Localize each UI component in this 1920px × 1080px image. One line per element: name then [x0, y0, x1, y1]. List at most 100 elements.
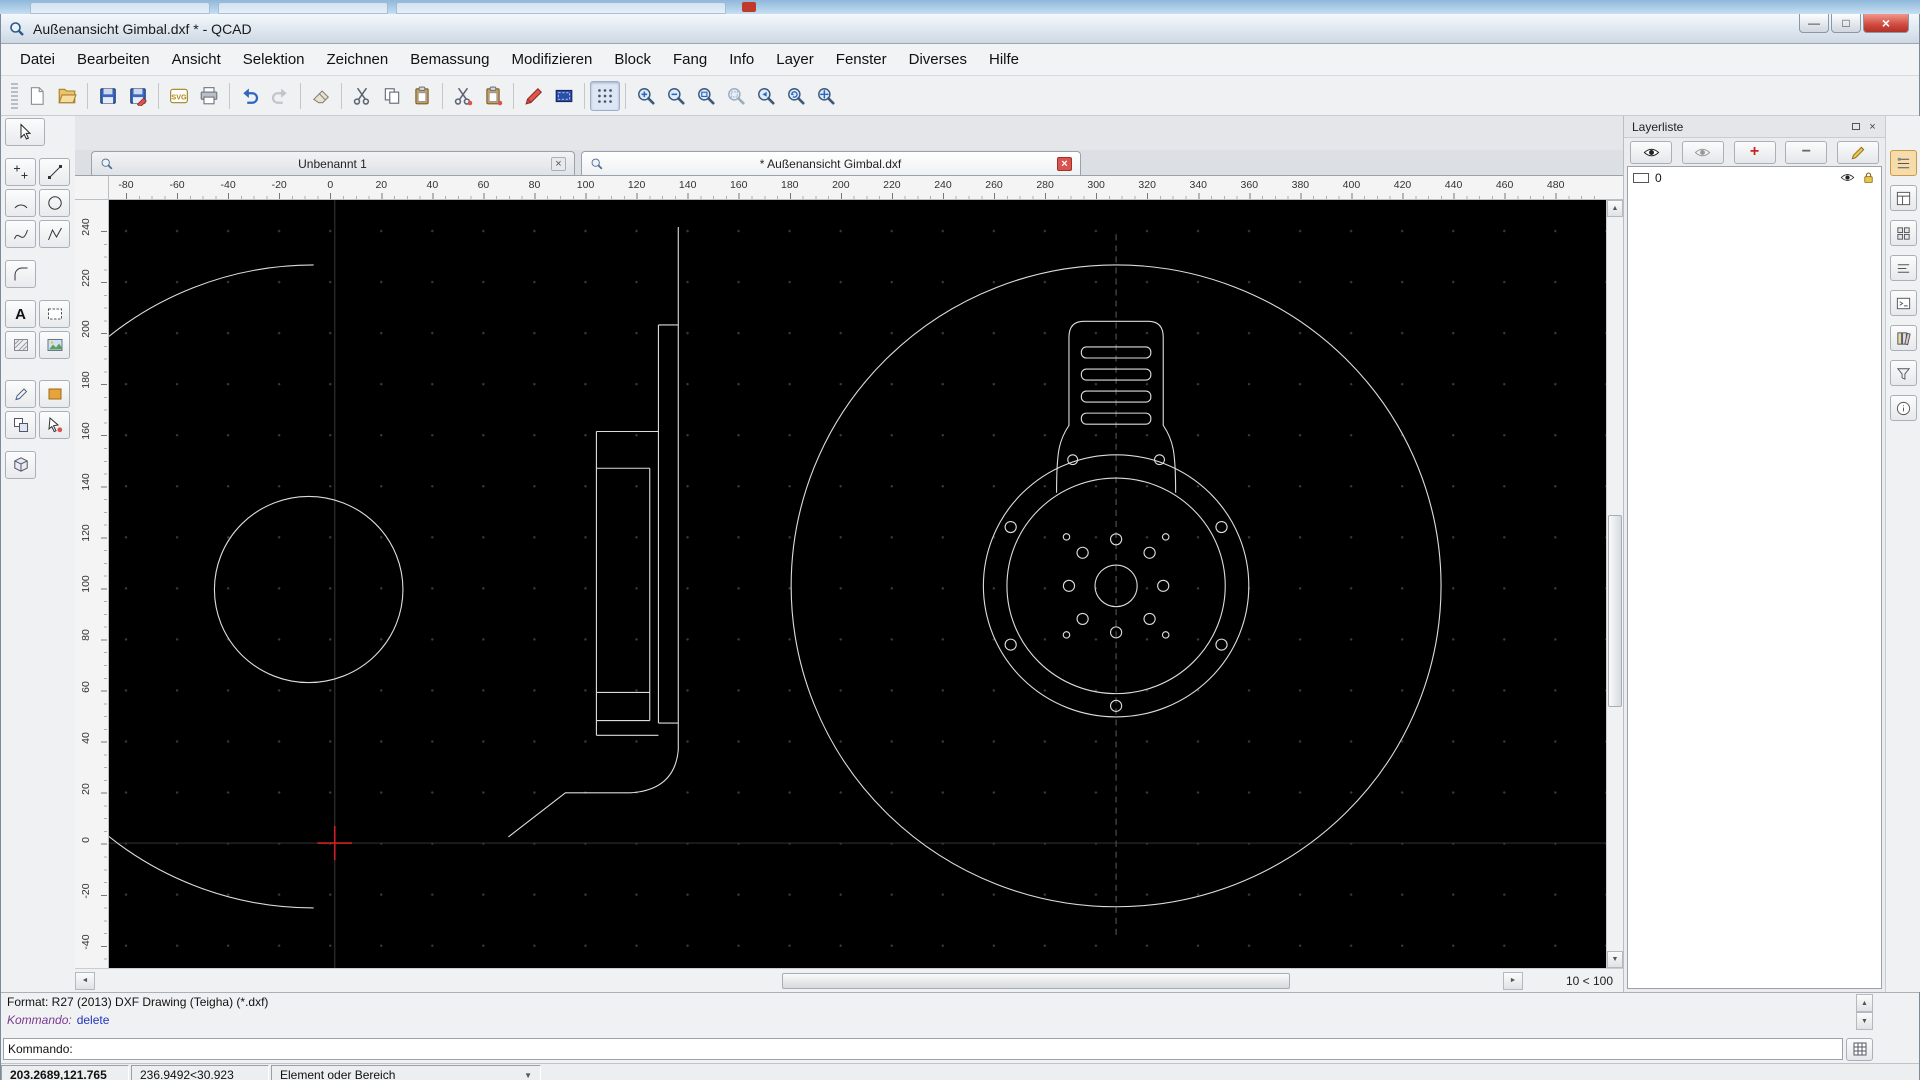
svg-export-button[interactable]: SVG [164, 81, 194, 111]
menu-block[interactable]: Block [603, 47, 662, 72]
toolbar-grip[interactable] [11, 82, 18, 109]
image-tool-button[interactable] [39, 331, 70, 359]
property-editor-button[interactable] [1890, 185, 1917, 211]
tab-unbenannt-1[interactable]: Unbenannt 1 × [91, 151, 575, 175]
scroll-right-icon[interactable]: ► [1503, 971, 1523, 990]
vertical-scroll-track[interactable] [1607, 217, 1623, 951]
isometric-tool-button[interactable] [5, 451, 36, 479]
history-scroll-down-icon[interactable]: ▼ [1856, 1012, 1873, 1030]
menu-ansicht[interactable]: Ansicht [161, 47, 232, 72]
menu-selektion[interactable]: Selektion [232, 47, 316, 72]
vertical-scroll-thumb[interactable] [1608, 515, 1622, 707]
history-scroll-up-icon[interactable]: ▲ [1856, 994, 1873, 1012]
remove-layer-button[interactable]: − [1785, 140, 1828, 164]
bottom-status-bar: 203.2689,121.765 236.9492<30.923 Element… [1, 1063, 1919, 1080]
point-tool-button[interactable] [5, 158, 36, 186]
transform-tool-button[interactable] [5, 411, 36, 439]
edit-layer-button[interactable] [1837, 140, 1879, 164]
undo-button[interactable] [235, 81, 265, 111]
zoom-pan-button[interactable] [811, 81, 841, 111]
library-browser-button[interactable] [1890, 325, 1917, 351]
redo-button[interactable] [265, 81, 295, 111]
layer-visibility-icon[interactable] [1840, 170, 1855, 185]
tab-close-icon[interactable]: × [551, 156, 566, 171]
pen-tool-button[interactable] [5, 380, 36, 408]
view-list-button[interactable] [1890, 255, 1917, 281]
zoom-previous-button[interactable] [751, 81, 781, 111]
menu-diverses[interactable]: Diverses [898, 47, 978, 72]
show-all-layers-button[interactable] [1630, 140, 1672, 164]
file-open-button[interactable] [52, 81, 82, 111]
line-tool-button[interactable] [39, 158, 70, 186]
command-input[interactable] [76, 1040, 1842, 1058]
file-save-button[interactable] [93, 81, 123, 111]
zoom-auto-button[interactable] [691, 81, 721, 111]
cut-with-reference-button[interactable] [448, 81, 478, 111]
paste-button[interactable] [407, 81, 437, 111]
arc-tool-button[interactable] [5, 189, 36, 217]
select-tool-button[interactable] [5, 118, 45, 146]
scroll-down-icon[interactable]: ▼ [1607, 951, 1623, 968]
attribute-painter-button[interactable] [519, 81, 549, 111]
selection-mode-button[interactable] [549, 81, 579, 111]
drawing-canvas[interactable] [109, 200, 1606, 968]
delete-button[interactable] [306, 81, 336, 111]
spline-tool-button[interactable] [5, 220, 36, 248]
menu-hilfe[interactable]: Hilfe [978, 47, 1030, 72]
fillet-tool-button[interactable] [5, 260, 36, 288]
close-panel-button[interactable]: × [1864, 119, 1881, 135]
copy-button[interactable] [377, 81, 407, 111]
menu-bearbeiten[interactable]: Bearbeiten [66, 47, 161, 72]
file-save-as-button[interactable] [123, 81, 153, 111]
layer-panel-header[interactable]: Layerliste × [1624, 116, 1885, 138]
menu-layer[interactable]: Layer [765, 47, 825, 72]
snap-tool-button[interactable] [39, 411, 70, 439]
circle-tool-button[interactable] [39, 189, 70, 217]
red-pencil-icon [525, 87, 543, 105]
minimize-button[interactable]: — [1799, 14, 1829, 33]
layer-row[interactable]: 0 [1628, 167, 1881, 188]
hide-all-layers-button[interactable] [1681, 140, 1724, 164]
info-panel-button[interactable] [1890, 395, 1917, 421]
tab-aussenansicht-gimbal[interactable]: * Außenansicht Gimbal.dxf × [581, 151, 1081, 175]
matrix-panel-button[interactable] [1846, 1037, 1873, 1061]
scroll-left-icon[interactable]: ◄ [75, 971, 95, 990]
snap-hint[interactable]: Element oder Bereich ▼ [271, 1065, 541, 1080]
horizontal-scroll-thumb[interactable] [782, 972, 1290, 989]
float-panel-button[interactable] [1847, 119, 1864, 135]
layer-list-toggle-button[interactable] [1890, 150, 1917, 176]
cut-button[interactable] [347, 81, 377, 111]
polyline-tool-button[interactable] [39, 220, 70, 248]
solid-fill-tool-button[interactable] [39, 380, 70, 408]
menu-fenster[interactable]: Fenster [825, 47, 898, 72]
command-field[interactable]: Kommando: [3, 1038, 1843, 1060]
zoom-in-button[interactable] [631, 81, 661, 111]
add-layer-button[interactable]: + [1733, 140, 1776, 164]
menu-modifizieren[interactable]: Modifizieren [500, 47, 603, 72]
command-line-button[interactable] [1890, 290, 1917, 316]
scroll-up-icon[interactable]: ▲ [1607, 200, 1623, 217]
text-tool-button[interactable]: A [5, 300, 36, 328]
block-list-button[interactable] [1890, 220, 1917, 246]
tab-close-icon[interactable]: × [1057, 156, 1072, 171]
zoom-out-button[interactable] [661, 81, 691, 111]
layer-lock-icon[interactable] [1861, 170, 1876, 185]
maximize-button[interactable]: □ [1831, 14, 1861, 33]
viewport-tool-button[interactable] [39, 300, 70, 328]
file-new-button[interactable] [22, 81, 52, 111]
grid-toggle-button[interactable] [590, 80, 620, 111]
menu-info[interactable]: Info [718, 47, 765, 72]
menu-datei[interactable]: Datei [9, 47, 66, 72]
horizontal-scroll-track[interactable] [95, 972, 1503, 990]
menu-fang[interactable]: Fang [662, 47, 718, 72]
zoom-window-button[interactable] [721, 81, 751, 111]
menu-zeichnen[interactable]: Zeichnen [316, 47, 400, 72]
hatch-tool-button[interactable] [5, 331, 36, 359]
print-button[interactable] [194, 81, 224, 111]
selection-filter-button[interactable] [1890, 360, 1917, 386]
paste-with-reference-button[interactable] [478, 81, 508, 111]
zoom-redraw-button[interactable] [781, 81, 811, 111]
title-bar[interactable]: Außenansicht Gimbal.dxf * - QCAD — □ × [1, 14, 1919, 44]
close-button[interactable]: × [1863, 14, 1909, 33]
menu-bemassung[interactable]: Bemassung [399, 47, 500, 72]
